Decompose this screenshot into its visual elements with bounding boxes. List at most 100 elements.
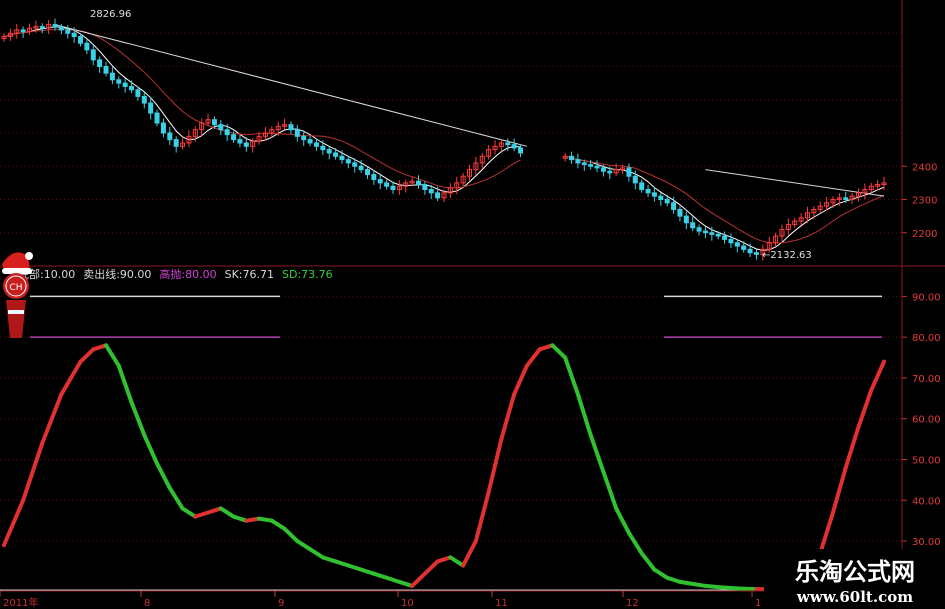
candle-body [371,174,377,181]
candle-body [581,162,587,166]
candle-body [167,132,173,141]
candle-body [109,72,115,81]
chart-stage: 2400 2300 2200 2826.96 ←2132.63 90.00 80.00… [0,0,945,609]
candle-body [39,26,45,29]
candle-body [715,233,721,237]
candle-body [753,252,759,255]
candle-body [702,230,708,234]
indicator-legend-item: SD:73.76 [282,268,333,281]
date-tick-label: 2011年 [3,596,38,609]
candle-body [320,145,326,151]
indicator-y-tick-label: 80.00 [912,333,941,344]
candle-body [148,102,154,114]
price-y-tick-label: 2300 [912,196,937,207]
candle-body [307,139,313,144]
avatar-initials: CH [9,283,22,293]
candle-body [90,49,96,61]
candle-body [422,184,428,191]
candle-body [71,32,77,38]
indicator-y-tick-label: 90.00 [912,292,941,303]
indicator-legend: 底部:10.00 卖出线:90.00 高抛:80.00 SK:76.71 SD:73.7… [18,267,333,281]
candle-body [84,42,90,51]
date-tick-label: 11 [495,598,508,609]
candle-body [364,169,370,176]
candle-body [384,182,390,187]
date-tick-label: 8 [144,598,150,609]
low-price-annotation: ←2132.63 [762,250,812,261]
candle-body [339,155,345,161]
candle-body [626,167,632,177]
candle-body [664,199,670,204]
indicator-y-tick-label: 70.00 [912,374,941,385]
candle-body [326,149,332,154]
watermark-url: www.60lt.com [796,588,913,606]
candle-body [741,245,747,250]
indicator-y-tick-label: 60.00 [912,415,941,426]
candle-body [116,79,122,84]
candle-body [747,248,753,254]
price-y-tick-label: 2200 [912,229,937,240]
candle-body [607,170,613,174]
candle-body [435,192,441,199]
candle-body [173,139,179,147]
watermark-title: 乐淘公式网 [795,558,915,586]
candle-body [237,139,243,144]
candle-body [600,167,606,172]
candle-body [20,29,26,33]
candle-body [333,152,339,157]
candle-body [709,232,715,235]
candle-body [690,222,696,229]
candle-body [734,242,740,247]
candle-body [103,66,109,74]
candle-body [288,124,294,131]
candle-body [211,119,217,126]
candle-body [52,24,58,28]
candle-body [728,238,734,244]
candle-body [141,95,147,104]
candle-body [658,195,664,201]
candle-body [78,36,84,44]
candle-body [294,129,300,137]
candle-body [135,89,141,97]
candle-body [154,112,160,124]
date-tick-label: 9 [278,598,284,609]
date-tick-label: 1 [755,598,761,609]
candle-body [505,142,511,146]
candle-body [639,182,645,191]
candle-body [218,124,224,131]
candle-body [696,227,702,232]
candle-body [358,165,364,171]
candle-body [224,129,230,136]
candle-body [594,165,600,169]
indicator-y-tick-label: 30.00 [912,537,941,548]
candle-body [588,164,594,167]
candle-body [569,155,575,161]
watermark: 乐淘公式网 www.60lt.com [764,549,945,609]
candle-body [352,162,358,167]
candle-body [243,142,249,147]
indicator-y-tick-label: 50.00 [912,456,941,467]
indicator-legend-item: 卖出线:90.00 [83,267,151,281]
candle-body [58,26,64,31]
indicator-y-tick-label: 40.00 [912,496,941,507]
candle-body [677,208,683,217]
candle-body [415,180,421,186]
candle-body [511,144,517,149]
candle-body [575,159,581,164]
candle-body [428,189,434,194]
candle-body [129,85,135,91]
candle-body [97,59,103,67]
indicator-legend-item: 高抛:80.00 [159,267,216,281]
date-tick-label: 10 [401,598,414,609]
high-price-annotation: 2826.96 [90,9,131,20]
indicator-legend-item: SK:76.71 [225,268,274,281]
candle-body [645,189,651,194]
candle-body [231,134,237,141]
candle-body [377,179,383,184]
candle-body [122,82,128,87]
candle-body [301,135,307,141]
candle-body [345,159,351,164]
candle-body [160,122,166,134]
candle-body [843,197,849,200]
date-tick-label: 12 [626,598,639,609]
